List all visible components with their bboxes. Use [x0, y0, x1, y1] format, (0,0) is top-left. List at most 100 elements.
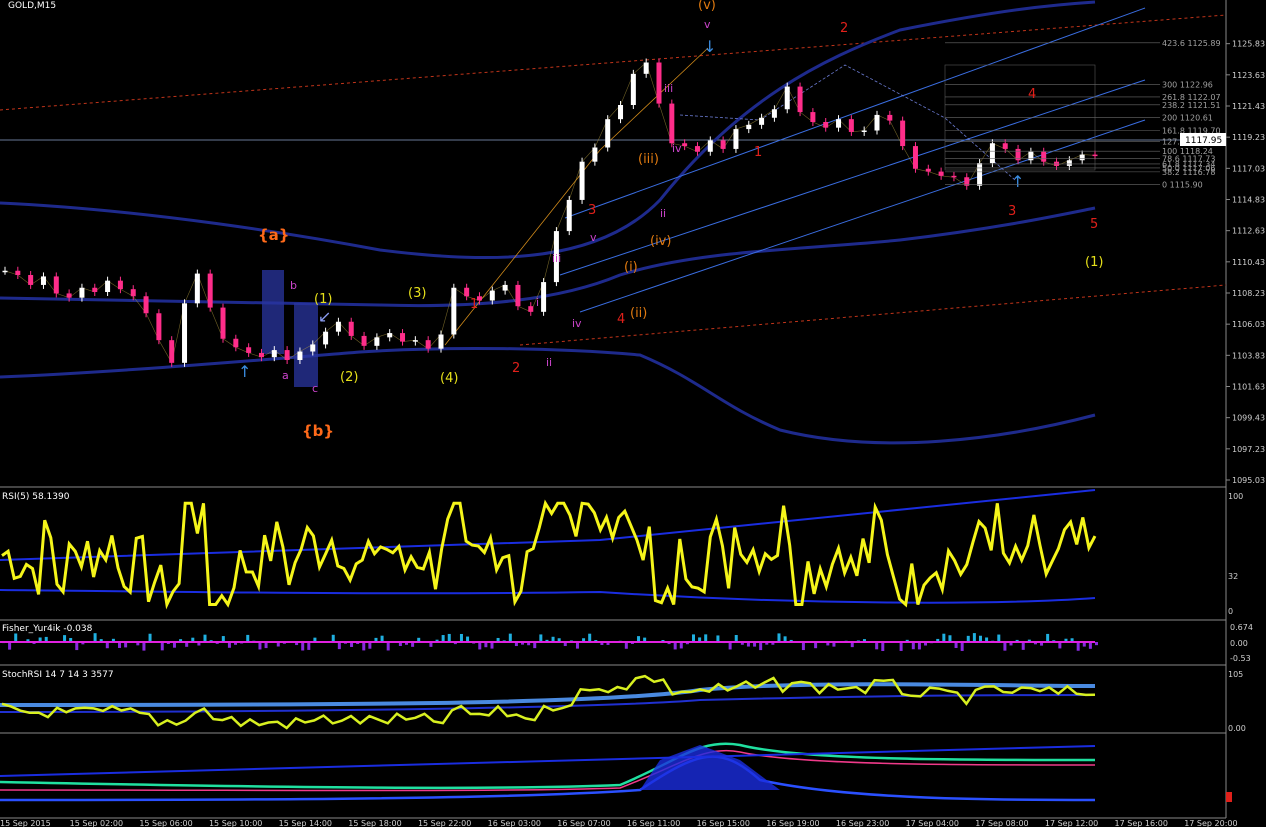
time-tick-label: 16 Sep 15:00 — [697, 819, 750, 827]
fisher-bar — [246, 634, 250, 642]
fisher-label: Fisher_Yur4ik -0.038 — [2, 624, 93, 634]
current-price-label: 1117.95 — [1185, 136, 1222, 146]
fib-level-label: 200 1120.61 — [1162, 114, 1213, 123]
candle-body — [669, 103, 675, 144]
time-tick-label: 17 Sep 04:00 — [906, 819, 959, 827]
candle-body — [182, 303, 188, 363]
fisher-tick-top: 0.674 — [1230, 623, 1253, 632]
time-tick-label: 16 Sep 23:00 — [836, 819, 889, 827]
price-tick-label: 1095.03 — [1232, 476, 1265, 485]
candle-body — [951, 175, 957, 178]
time-tick-label: 15 Sep 06:00 — [139, 819, 192, 827]
candle-body — [271, 350, 277, 358]
wave-label: iv — [672, 142, 682, 155]
time-tick-label: 17 Sep 08:00 — [975, 819, 1028, 827]
candle-body — [2, 270, 8, 273]
candle-body — [425, 340, 431, 349]
fisher-bar — [777, 633, 781, 642]
candle-body — [836, 119, 842, 128]
fisher-bar — [588, 633, 592, 642]
candle-body — [810, 112, 816, 123]
wave-label: 1 — [754, 145, 762, 160]
candle-body — [912, 146, 918, 169]
highlight-box-b — [262, 270, 284, 354]
candle-body — [92, 287, 98, 293]
price-tick-label: 1121.43 — [1232, 102, 1265, 111]
fisher-bar — [911, 642, 915, 650]
candle-body — [566, 199, 572, 232]
wave-label: (4) — [440, 371, 458, 386]
wave-label: 2 — [840, 21, 848, 36]
wave-label: ii — [546, 356, 552, 369]
candle-body — [310, 344, 316, 352]
time-tick-label: 16 Sep 11:00 — [627, 819, 680, 827]
wave-label: iii — [552, 252, 561, 265]
fisher-tick-mid: 0.00 — [1230, 639, 1248, 648]
candle-body — [246, 347, 252, 353]
lower-osc-line-3 — [0, 755, 1096, 802]
fisher-bar — [624, 642, 628, 649]
candle-body — [694, 146, 700, 152]
candle-body — [977, 163, 983, 186]
candle-body — [1092, 154, 1098, 157]
wave-label: (1) — [314, 292, 332, 307]
time-tick-label: 16 Sep 03:00 — [488, 819, 541, 827]
price-tick-label: 1099.43 — [1232, 414, 1265, 423]
zigzag-blue — [679, 64, 1016, 181]
lower-osc-trend — [0, 745, 1096, 777]
wave-label: (iv) — [650, 234, 671, 249]
fisher-bar — [960, 642, 964, 651]
candle-body — [1066, 160, 1072, 166]
fisher-bar — [14, 633, 18, 642]
fib-level-label: 0 1115.90 — [1162, 180, 1203, 189]
candle-body — [797, 86, 803, 113]
channel-upper — [564, 7, 1146, 219]
candle-body — [438, 334, 444, 349]
candle-body — [1002, 143, 1008, 149]
time-tick-label: 16 Sep 19:00 — [766, 819, 819, 827]
candle-body — [53, 276, 59, 294]
candle-body — [451, 287, 457, 335]
candle-body — [771, 109, 777, 118]
candle-body — [15, 270, 21, 276]
stoch-label: StochRSI 14 7 14 3 3577 — [2, 670, 114, 680]
wave-label: (3) — [408, 286, 426, 301]
fisher-bar — [386, 642, 390, 651]
wave-label: (v) — [698, 0, 716, 13]
down-arrow: ↓ — [703, 37, 716, 56]
fisher-bar — [478, 642, 482, 650]
candle-body — [79, 287, 85, 298]
candle-body — [861, 130, 867, 133]
lower-dashed-trendline — [519, 284, 1227, 346]
stoch-tick-bottom: 0.00 — [1228, 724, 1246, 733]
wave-label: 4 — [1028, 87, 1036, 102]
fib-labels: 423.6 1125.89300 1122.96261.8 1122.07238… — [945, 39, 1221, 189]
wave-label: {b} — [302, 422, 334, 440]
fib-level-label: 238.2 1121.51 — [1162, 101, 1221, 110]
price-tick-label: 1125.83 — [1232, 40, 1265, 49]
candle-body — [117, 280, 123, 290]
wave-label: v — [704, 18, 711, 31]
candle-body — [105, 280, 111, 293]
candle-body — [220, 307, 226, 339]
fisher-bar — [258, 642, 262, 650]
candle-body — [489, 290, 495, 301]
price-tick-label: 1123.63 — [1232, 71, 1265, 80]
fisher-bar — [301, 642, 305, 651]
candle-body — [925, 168, 931, 172]
candle-body — [361, 335, 367, 346]
overlay-lines: ↑ ↑ ↓ ↙ — [0, 0, 1227, 445]
price-tick-label: 1119.23 — [1232, 133, 1265, 142]
fisher-bar — [1095, 642, 1098, 646]
fisher-pane: Fisher_Yur4ik -0.038 0.674 0.00 -0.53 — [0, 623, 1253, 663]
candle-body — [848, 119, 854, 132]
wave-label: 1 — [470, 297, 478, 312]
candle-body — [720, 140, 726, 149]
candle-body — [682, 143, 688, 147]
wave-label: i — [536, 296, 539, 309]
candle-body — [258, 352, 264, 358]
candle-body — [207, 273, 213, 308]
upper-dashed-trendline — [0, 14, 1227, 111]
candle-body — [528, 306, 534, 312]
candle-body — [874, 114, 880, 131]
